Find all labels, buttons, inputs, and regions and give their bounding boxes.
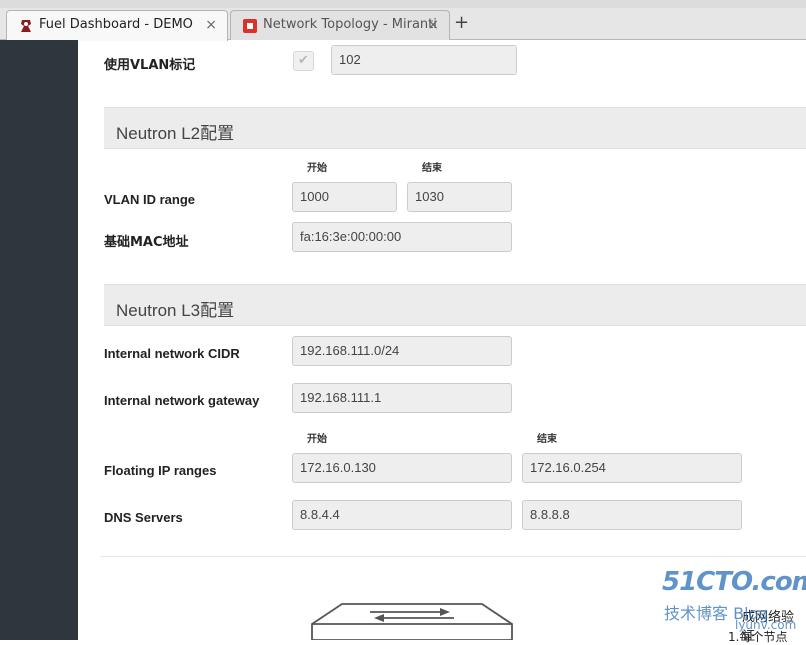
- tab-fuel-dashboard[interactable]: Fuel Dashboard - DEMO ×: [6, 10, 228, 41]
- vlan-tagging-checkbox[interactable]: ✔: [293, 51, 314, 71]
- floating-ip-label: Floating IP ranges: [104, 463, 217, 478]
- vlan-range-start-input[interactable]: 1000: [292, 182, 397, 212]
- base-mac-label: 基础MAC地址: [104, 235, 189, 250]
- watermark-domain: lyunv.com: [735, 618, 797, 632]
- vlan-id-input[interactable]: 102: [331, 45, 517, 75]
- fuel-logo-icon: [21, 20, 31, 32]
- l2-start-header: 开始: [307, 163, 327, 174]
- section-header-l2: Neutron L2配置: [104, 107, 806, 149]
- close-tab-icon[interactable]: ×: [427, 17, 439, 33]
- network-switch-icon: [311, 603, 513, 640]
- new-tab-button[interactable]: +: [454, 13, 469, 33]
- internal-gateway-label: Internal network gateway: [104, 393, 260, 408]
- section-divider: [100, 556, 806, 557]
- tab-title: Network Topology - Miranti: [263, 17, 437, 32]
- internal-gateway-input[interactable]: 192.168.111.1: [292, 383, 512, 413]
- section-header-l3: Neutron L3配置: [104, 284, 806, 326]
- dns-servers-label: DNS Servers: [104, 510, 183, 525]
- left-sidebar: [0, 40, 78, 640]
- mirantis-logo-icon: [243, 19, 257, 33]
- floating-ip-end-input[interactable]: 172.16.0.254: [522, 453, 742, 483]
- watermark-brand: 51CTO.com: [662, 567, 806, 597]
- vlan-tagging-label: 使用VLAN标记: [104, 58, 196, 73]
- l3-start-header: 开始: [307, 434, 327, 445]
- vlan-range-end-input[interactable]: 1030: [407, 182, 512, 212]
- floating-ip-start-input[interactable]: 172.16.0.130: [292, 453, 512, 483]
- check-icon: ✔: [298, 53, 309, 68]
- l2-end-header: 结束: [422, 163, 442, 174]
- internal-cidr-label: Internal network CIDR: [104, 346, 240, 361]
- browser-top-edge: [0, 0, 806, 8]
- internal-cidr-input[interactable]: 192.168.111.0/24: [292, 336, 512, 366]
- dns-server-1-input[interactable]: 8.8.4.4: [292, 500, 512, 530]
- dns-server-2-input[interactable]: 8.8.8.8: [522, 500, 742, 530]
- browser-tab-strip: Fuel Dashboard - DEMO × Network Topology…: [0, 0, 806, 41]
- tab-network-topology[interactable]: Network Topology - Miranti ×: [230, 10, 450, 40]
- base-mac-input[interactable]: fa:16:3e:00:00:00: [292, 222, 512, 252]
- tab-title: Fuel Dashboard - DEMO: [39, 17, 193, 32]
- vlan-range-label: VLAN ID range: [104, 192, 196, 207]
- close-tab-icon[interactable]: ×: [205, 17, 217, 33]
- l3-end-header: 结束: [537, 434, 557, 445]
